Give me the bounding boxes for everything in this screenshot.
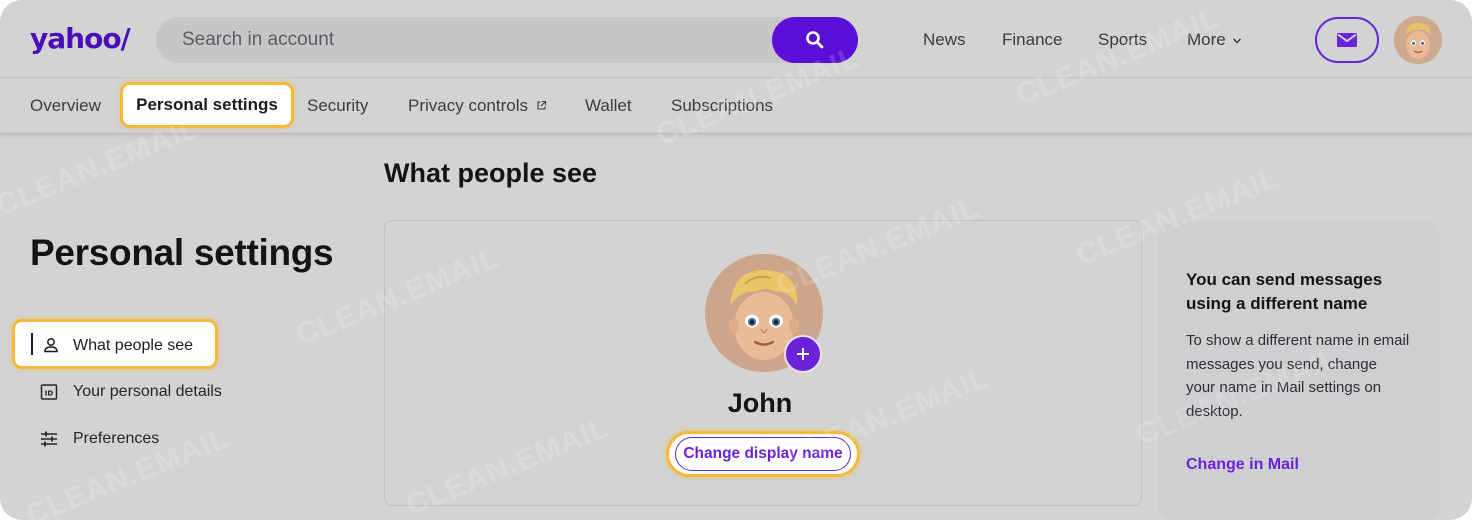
account-avatar[interactable] [1394, 16, 1442, 64]
nav-more-label: More [1187, 30, 1226, 49]
display-name: John [727, 388, 793, 418]
svg-text:ID: ID [45, 390, 54, 398]
tab-personal-settings[interactable]: Personal settings [120, 82, 294, 128]
search-input[interactable] [182, 17, 762, 63]
page-frame: yahoo/ News Finance Sports More [0, 0, 1472, 520]
tab-overview[interactable]: Overview [30, 96, 101, 116]
nav-news[interactable]: News [923, 30, 966, 50]
mail-button[interactable] [1315, 17, 1379, 63]
section-title: What people see [384, 158, 598, 188]
info-card-body: To show a different name in email messag… [1186, 332, 1410, 420]
add-photo-button[interactable] [784, 335, 822, 373]
tab-security[interactable]: Security [307, 96, 368, 116]
info-card-title: You can send messages using a different … [1186, 270, 1383, 313]
chevron-down-icon [1233, 38, 1242, 44]
id-card-icon: ID [40, 384, 58, 400]
active-indicator [31, 333, 33, 355]
sidebar-item-label: What people see [73, 337, 194, 354]
change-display-name-label: Change display name [675, 437, 851, 471]
sidebar-item-label: Preferences [73, 430, 160, 447]
tab-wallet[interactable]: Wallet [585, 96, 632, 116]
nav-sports[interactable]: Sports [1098, 30, 1147, 50]
sidebar-item-preferences[interactable]: Preferences [40, 424, 159, 454]
settings-tabs: Overview Personal settings Security Priv… [0, 78, 1472, 134]
nav-more[interactable]: More [1187, 30, 1242, 50]
change-in-mail-link[interactable]: Change in Mail [1186, 456, 1299, 474]
mail-icon [1337, 33, 1357, 47]
sidebar-item-what-people-see[interactable]: What people see [12, 319, 218, 369]
memoji-avatar-icon [1394, 16, 1442, 64]
sidebar-item-label: Your personal details [73, 383, 222, 400]
plus-icon [797, 348, 809, 360]
search-button[interactable] [772, 17, 858, 63]
top-bar: yahoo/ News Finance Sports More [0, 0, 1472, 78]
nav-finance[interactable]: Finance [1002, 30, 1062, 50]
sliders-icon [41, 431, 57, 447]
sidebar-title: Personal settings [30, 232, 334, 273]
sidebar-item-personal-details[interactable]: ID Your personal details [40, 377, 222, 407]
tab-privacy-controls[interactable]: Privacy controls [408, 96, 547, 116]
change-display-name-button[interactable]: Change display name [666, 431, 860, 477]
yahoo-logo[interactable]: yahoo/ [30, 22, 131, 55]
search-bar [156, 17, 858, 63]
tab-privacy-controls-label: Privacy controls [408, 96, 528, 115]
search-icon [806, 31, 824, 49]
person-icon [44, 338, 58, 353]
external-link-icon [537, 100, 546, 110]
tab-subscriptions[interactable]: Subscriptions [671, 96, 773, 116]
